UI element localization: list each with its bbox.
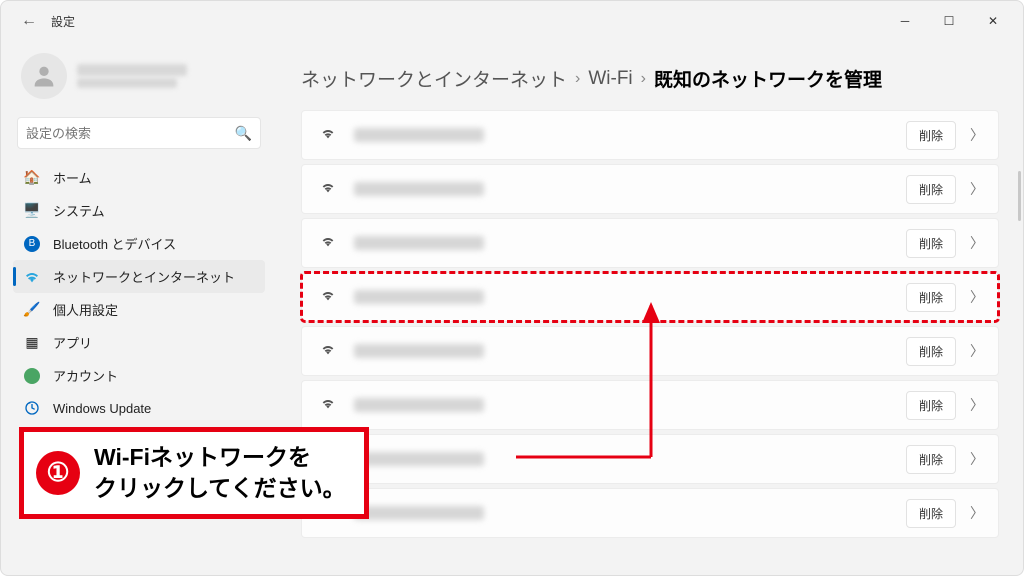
- network-icon: [23, 268, 41, 286]
- sidebar-item-label: ネットワークとインターネット: [53, 267, 235, 286]
- chevron-right-icon[interactable]: 〉: [966, 125, 988, 145]
- network-row[interactable]: 削除〉: [301, 164, 999, 214]
- ssid-blur: [354, 290, 484, 304]
- ssid-blur: [354, 128, 484, 142]
- wifi-icon: [320, 125, 336, 145]
- sidebar-item-apps[interactable]: ▦ アプリ: [13, 326, 265, 359]
- search-icon: 🔍: [235, 125, 252, 142]
- chevron-right-icon[interactable]: 〉: [966, 287, 988, 307]
- maximize-button[interactable]: ☐: [927, 6, 971, 36]
- forget-button[interactable]: 削除: [906, 175, 956, 204]
- sidebar-item-label: 個人用設定: [53, 300, 118, 319]
- personalization-icon: 🖌️: [23, 301, 41, 319]
- forget-button[interactable]: 削除: [906, 337, 956, 366]
- network-row[interactable]: 削除〉: [301, 272, 999, 322]
- wifi-icon: [320, 395, 336, 415]
- breadcrumb-sep-2: ›: [641, 70, 646, 88]
- instruction-callout: ① Wi-Fiネットワークを クリックしてください。: [19, 427, 369, 519]
- forget-button[interactable]: 削除: [906, 445, 956, 474]
- wifi-icon: [320, 287, 336, 307]
- ssid-blur: [354, 398, 484, 412]
- network-row[interactable]: 削除〉: [301, 218, 999, 268]
- windows-update-icon: [23, 399, 41, 417]
- sidebar-item-label: システム: [53, 201, 105, 220]
- wifi-icon: [320, 341, 336, 361]
- ssid-blur: [354, 236, 484, 250]
- home-icon: 🏠: [23, 169, 41, 187]
- sidebar-item-bluetooth[interactable]: B Bluetooth とデバイス: [13, 227, 265, 260]
- sidebar-item-account[interactable]: アカウント: [13, 359, 265, 392]
- chevron-right-icon[interactable]: 〉: [966, 449, 988, 469]
- search-box[interactable]: 🔍: [17, 117, 261, 149]
- titlebar: ← 設定 ─ ☐ ✕: [1, 1, 1023, 41]
- chevron-right-icon[interactable]: 〉: [966, 179, 988, 199]
- app-title: 設定: [51, 13, 75, 30]
- search-input[interactable]: [26, 126, 235, 141]
- user-block[interactable]: [13, 41, 265, 117]
- callout-number-badge: ①: [36, 451, 80, 495]
- chevron-right-icon[interactable]: 〉: [966, 341, 988, 361]
- forget-button[interactable]: 削除: [906, 391, 956, 420]
- network-row[interactable]: 削除〉: [301, 110, 999, 160]
- close-button[interactable]: ✕: [971, 6, 1015, 36]
- system-icon: 🖥️: [23, 202, 41, 220]
- person-icon: [30, 62, 58, 90]
- ssid-blur: [354, 344, 484, 358]
- user-email-blur: [77, 78, 177, 88]
- account-icon: [23, 367, 41, 385]
- sidebar-scrollbar[interactable]: [1018, 171, 1021, 221]
- known-networks-list: 削除〉削除〉削除〉削除〉削除〉削除〉削除〉削除〉: [301, 110, 999, 538]
- window-controls: ─ ☐ ✕: [883, 6, 1015, 36]
- callout-text: Wi-Fiネットワークを クリックしてください。: [94, 442, 346, 504]
- sidebar-item-label: ホーム: [53, 168, 92, 187]
- ssid-blur: [354, 452, 484, 466]
- sidebar-item-network[interactable]: ネットワークとインターネット: [13, 260, 265, 293]
- settings-window: ← 設定 ─ ☐ ✕ 🔍 🏠 ホーム 🖥️ システム: [0, 0, 1024, 576]
- network-row[interactable]: 削除〉: [301, 434, 999, 484]
- bluetooth-icon: B: [23, 235, 41, 253]
- user-name-blur: [77, 64, 187, 76]
- forget-button[interactable]: 削除: [906, 229, 956, 258]
- ssid-blur: [354, 182, 484, 196]
- back-button[interactable]: ←: [21, 12, 37, 30]
- breadcrumb-current: 既知のネットワークを管理: [654, 65, 882, 92]
- avatar: [21, 53, 67, 99]
- chevron-right-icon[interactable]: 〉: [966, 233, 988, 253]
- forget-button[interactable]: 削除: [906, 499, 956, 528]
- sidebar-item-personalization[interactable]: 🖌️ 個人用設定: [13, 293, 265, 326]
- breadcrumb-part2[interactable]: Wi-Fi: [588, 68, 632, 90]
- nav-list: 🏠 ホーム 🖥️ システム B Bluetooth とデバイスネットワークとインターネット…: [13, 161, 265, 424]
- breadcrumb-sep-1: ›: [575, 70, 580, 88]
- breadcrumb: ネットワークとインターネット › Wi-Fi › 既知のネットワークを管理: [301, 65, 999, 92]
- sidebar-item-label: Bluetooth とデバイス: [53, 234, 176, 253]
- sidebar-item-label: アプリ: [53, 333, 92, 352]
- ssid-blur: [354, 506, 484, 520]
- apps-icon: ▦: [23, 334, 41, 352]
- sidebar-item-windows-update[interactable]: Windows Update: [13, 392, 265, 424]
- wifi-icon: [320, 233, 336, 253]
- sidebar-item-home[interactable]: 🏠 ホーム: [13, 161, 265, 194]
- user-text: [77, 64, 187, 88]
- forget-button[interactable]: 削除: [906, 121, 956, 150]
- sidebar-item-label: Windows Update: [53, 401, 151, 416]
- sidebar-item-system[interactable]: 🖥️ システム: [13, 194, 265, 227]
- chevron-right-icon[interactable]: 〉: [966, 503, 988, 523]
- breadcrumb-part1[interactable]: ネットワークとインターネット: [301, 65, 567, 92]
- forget-button[interactable]: 削除: [906, 283, 956, 312]
- wifi-icon: [320, 179, 336, 199]
- network-row[interactable]: 削除〉: [301, 326, 999, 376]
- network-row[interactable]: 削除〉: [301, 380, 999, 430]
- chevron-right-icon[interactable]: 〉: [966, 395, 988, 415]
- main-panel: ネットワークとインターネット › Wi-Fi › 既知のネットワークを管理 削除…: [273, 41, 1023, 575]
- titlebar-left: ← 設定: [21, 12, 75, 30]
- minimize-button[interactable]: ─: [883, 6, 927, 36]
- sidebar-item-label: アカウント: [53, 366, 118, 385]
- network-row[interactable]: 削除〉: [301, 488, 999, 538]
